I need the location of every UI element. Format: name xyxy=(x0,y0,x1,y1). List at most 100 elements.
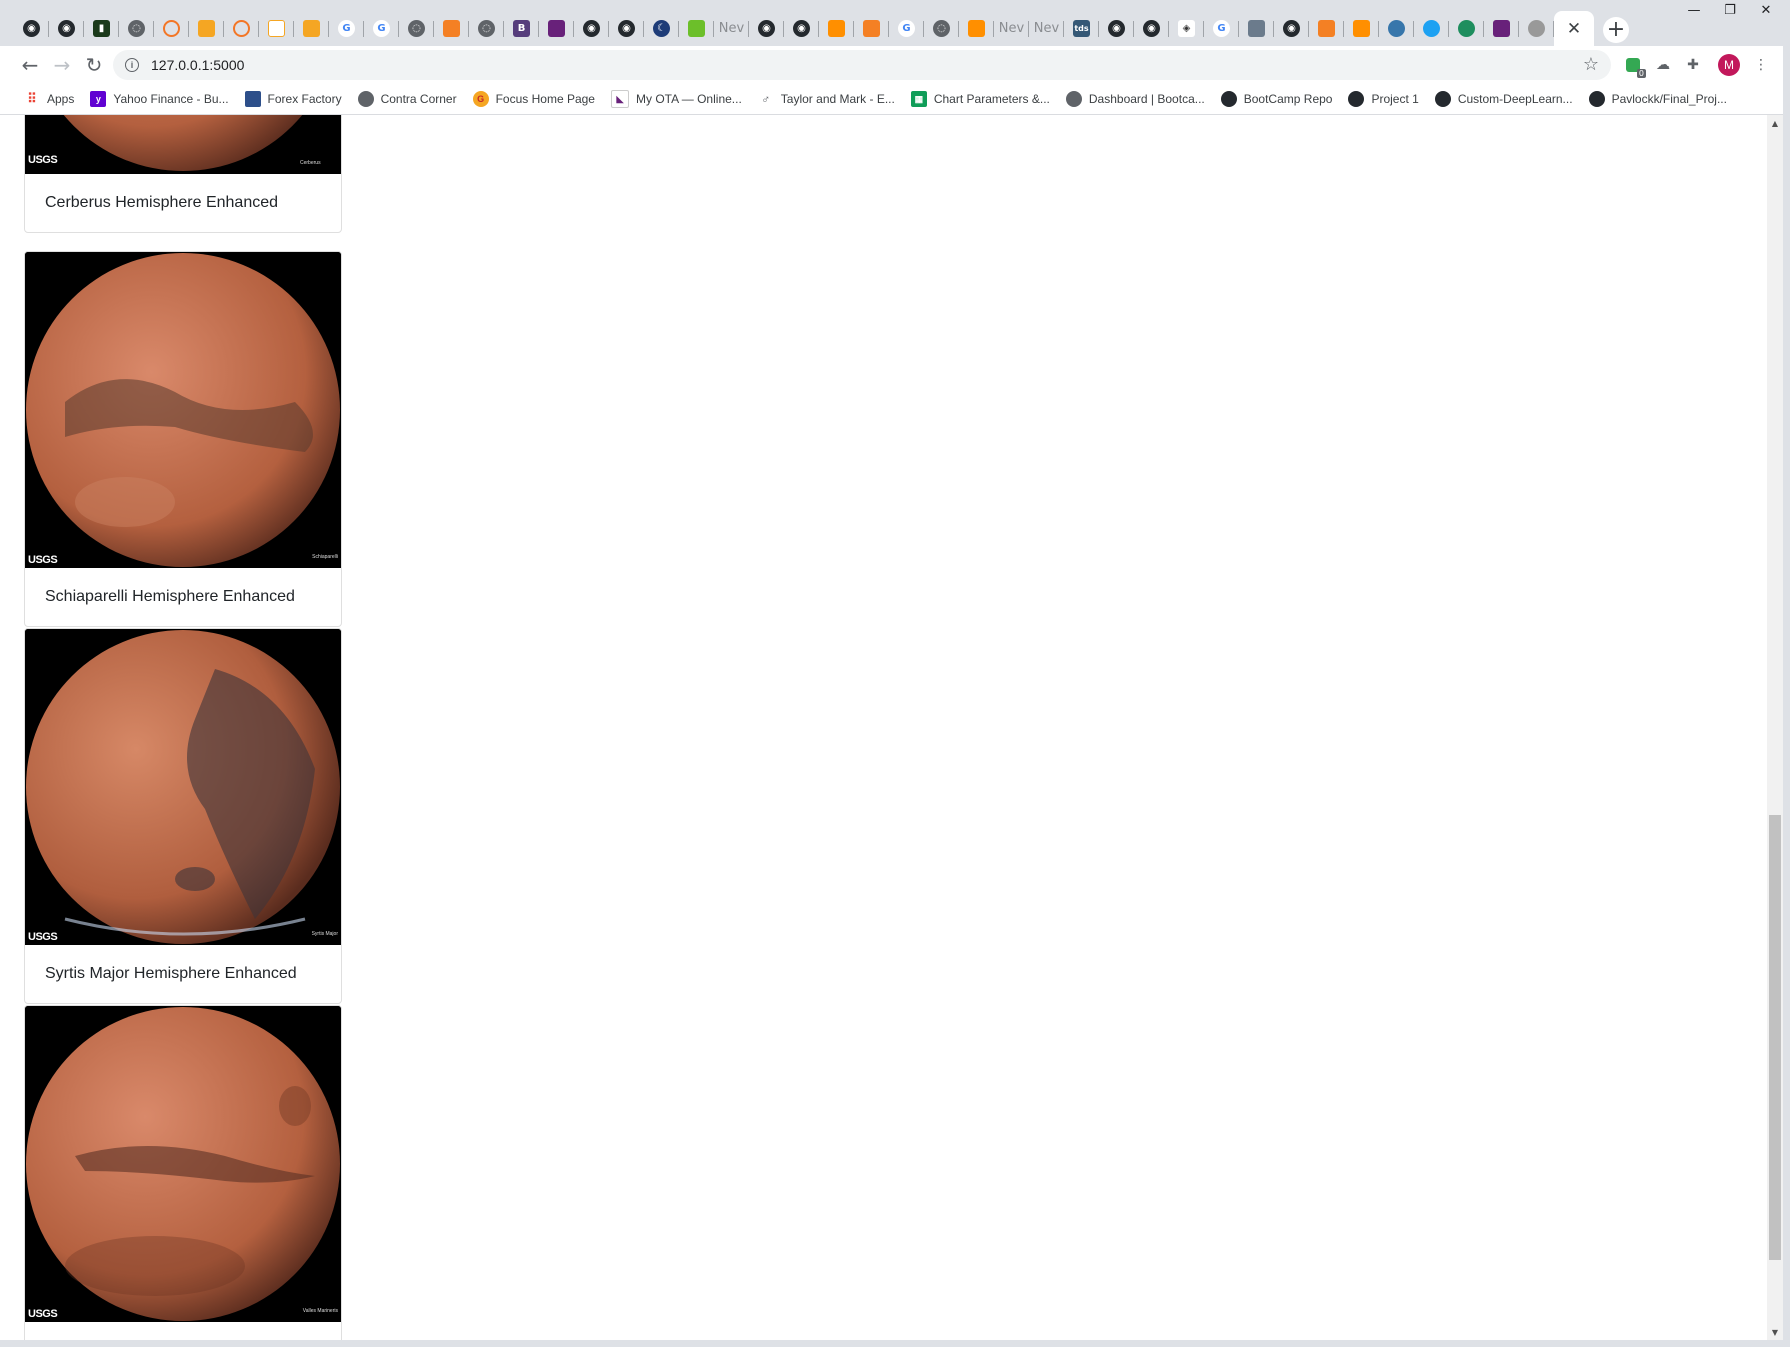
back-arrow-icon[interactable]: ← xyxy=(16,51,44,79)
tab-github[interactable]: ◉ xyxy=(1099,11,1134,46)
tab-image[interactable] xyxy=(1239,11,1274,46)
tab-globe[interactable]: ◌ xyxy=(399,11,434,46)
tab-globe[interactable]: ◌ xyxy=(924,11,959,46)
google-icon: G xyxy=(1213,20,1230,37)
tab-sublime[interactable] xyxy=(189,11,224,46)
tab-diamond[interactable]: ◈ xyxy=(1169,11,1204,46)
close-icon[interactable]: ✕ xyxy=(1567,19,1581,39)
tab-tds[interactable]: tds xyxy=(1064,11,1099,46)
bookmark-forex-factory[interactable]: Forex Factory xyxy=(239,87,348,111)
tab-github[interactable]: ◉ xyxy=(784,11,819,46)
tab-document[interactable] xyxy=(259,11,294,46)
scroll-thumb[interactable] xyxy=(1769,815,1781,1260)
tab-stackoverflow[interactable] xyxy=(854,11,889,46)
scroll-down-icon[interactable]: ▼ xyxy=(1767,1324,1783,1340)
tab-globe[interactable]: ◌ xyxy=(119,11,154,46)
bookmark-taylor-mark[interactable]: ♂ Taylor and Mark - E... xyxy=(752,87,901,111)
tab-stackoverflow[interactable] xyxy=(434,11,469,46)
bookmark-label: My OTA — Online... xyxy=(635,92,742,106)
new-tab-button[interactable]: + xyxy=(1603,17,1629,43)
image-caption: Valles Marineris xyxy=(302,1308,338,1314)
cloud-icon[interactable]: ☁ xyxy=(1654,56,1672,74)
tab-google[interactable]: G xyxy=(1204,11,1239,46)
extensions-puzzle-icon[interactable]: ✚ xyxy=(1684,56,1702,74)
tab-jupyter[interactable] xyxy=(224,11,259,46)
globe-icon: ◌ xyxy=(408,20,425,37)
restore-icon[interactable]: ❐ xyxy=(1712,0,1748,20)
tab-moon[interactable]: ☾ xyxy=(644,11,679,46)
tab-google[interactable]: G xyxy=(329,11,364,46)
hemisphere-card: USGS Syrtis Major Syrtis Major Hemispher… xyxy=(24,628,342,1004)
bookmark-custom-deeplearn[interactable]: Custom-DeepLearn... xyxy=(1429,87,1579,111)
mars-hemisphere-image[interactable] xyxy=(25,629,341,945)
avatar[interactable]: M xyxy=(1718,54,1740,76)
hemisphere-title: Cerberus Hemisphere Enhanced xyxy=(45,194,279,211)
tab-globe[interactable]: ◌ xyxy=(469,11,504,46)
bookmark-focus[interactable]: G Focus Home Page xyxy=(467,87,601,111)
tab-stackoverflow[interactable] xyxy=(1309,11,1344,46)
tab-new[interactable]: Nev xyxy=(994,11,1029,46)
tab-app[interactable] xyxy=(1449,11,1484,46)
tab-new[interactable]: Nev xyxy=(714,11,749,46)
tab-chart[interactable] xyxy=(679,11,714,46)
tab-apple[interactable] xyxy=(1519,11,1554,46)
url-input[interactable] xyxy=(151,57,1451,73)
bookmark-chart-params[interactable]: ▦ Chart Parameters &... xyxy=(905,87,1056,111)
bookmark-final-proj[interactable]: Pavlockk/Final_Proj... xyxy=(1583,87,1733,111)
close-window-icon[interactable]: ✕ xyxy=(1748,0,1784,20)
terminal-icon: ▮ xyxy=(93,20,110,37)
tab-google[interactable]: G xyxy=(364,11,399,46)
ota-icon: ◣ xyxy=(610,90,629,108)
globe-icon: ◌ xyxy=(478,20,495,37)
new-tab-label: Nev xyxy=(998,21,1025,36)
tab-sublime[interactable] xyxy=(294,11,329,46)
tab-bootstrap[interactable]: B xyxy=(504,11,539,46)
tab-github[interactable]: ◉ xyxy=(574,11,609,46)
bookmark-bootcamp-repo[interactable]: BootCamp Repo xyxy=(1215,87,1339,111)
tab-tensorflow[interactable] xyxy=(819,11,854,46)
menu-kebab-icon[interactable]: ⋮ xyxy=(1752,56,1770,74)
extension-shield-icon[interactable]: 0 xyxy=(1624,56,1646,78)
tab-tensorflow[interactable] xyxy=(959,11,994,46)
bookmark-yahoo[interactable]: y Yahoo Finance - Bu... xyxy=(84,87,234,111)
bookmark-project-1[interactable]: Project 1 xyxy=(1342,87,1424,111)
info-icon[interactable]: i xyxy=(125,58,139,72)
tab-tensorflow[interactable] xyxy=(1344,11,1379,46)
tab-github[interactable]: ◉ xyxy=(14,11,49,46)
mars-hemisphere-image[interactable] xyxy=(25,115,341,174)
bookmark-star-icon[interactable]: ☆ xyxy=(1583,54,1599,75)
mars-hemisphere-image[interactable] xyxy=(25,252,341,568)
tab-github[interactable]: ◉ xyxy=(1274,11,1309,46)
reload-icon[interactable]: ↻ xyxy=(80,51,108,79)
forward-arrow-icon[interactable]: → xyxy=(48,51,76,79)
tab-github[interactable]: ◉ xyxy=(609,11,644,46)
tab-new[interactable]: Nev xyxy=(1029,11,1064,46)
globe-icon xyxy=(357,91,374,107)
scroll-up-icon[interactable]: ▲ xyxy=(1767,115,1783,131)
bookmark-dashboard[interactable]: Dashboard | Bootca... xyxy=(1060,87,1211,111)
bookmark-label: Taylor and Mark - E... xyxy=(780,92,895,106)
new-tab-label: Nev xyxy=(718,21,745,36)
bookmark-apps[interactable]: ⠿ Apps xyxy=(18,87,80,111)
bootstrap-icon: B xyxy=(513,20,530,37)
tab-python[interactable] xyxy=(1379,11,1414,46)
bookmark-contra-corner[interactable]: Contra Corner xyxy=(352,87,463,111)
page-scrollbar[interactable]: ▲ ▼ xyxy=(1767,115,1783,1340)
minimize-icon[interactable]: — xyxy=(1676,0,1712,20)
tab-github[interactable]: ◉ xyxy=(749,11,784,46)
tab-vscode[interactable] xyxy=(539,11,574,46)
tab-google[interactable]: G xyxy=(889,11,924,46)
tab-twitter[interactable] xyxy=(1414,11,1449,46)
github-icon: ◉ xyxy=(758,20,775,37)
tab-active[interactable]: ✕ xyxy=(1554,11,1594,46)
tab-vscode[interactable] xyxy=(1484,11,1519,46)
tds-icon: tds xyxy=(1073,20,1090,37)
mars-hemisphere-image[interactable] xyxy=(25,1006,341,1322)
bookmark-ota[interactable]: ◣ My OTA — Online... xyxy=(605,87,748,111)
tab-jupyter[interactable] xyxy=(154,11,189,46)
tab-terminal[interactable]: ▮ xyxy=(84,11,119,46)
address-bar[interactable]: i ☆ xyxy=(113,50,1611,80)
globe-icon xyxy=(1065,91,1082,107)
tab-github[interactable]: ◉ xyxy=(49,11,84,46)
tab-github[interactable]: ◉ xyxy=(1134,11,1169,46)
